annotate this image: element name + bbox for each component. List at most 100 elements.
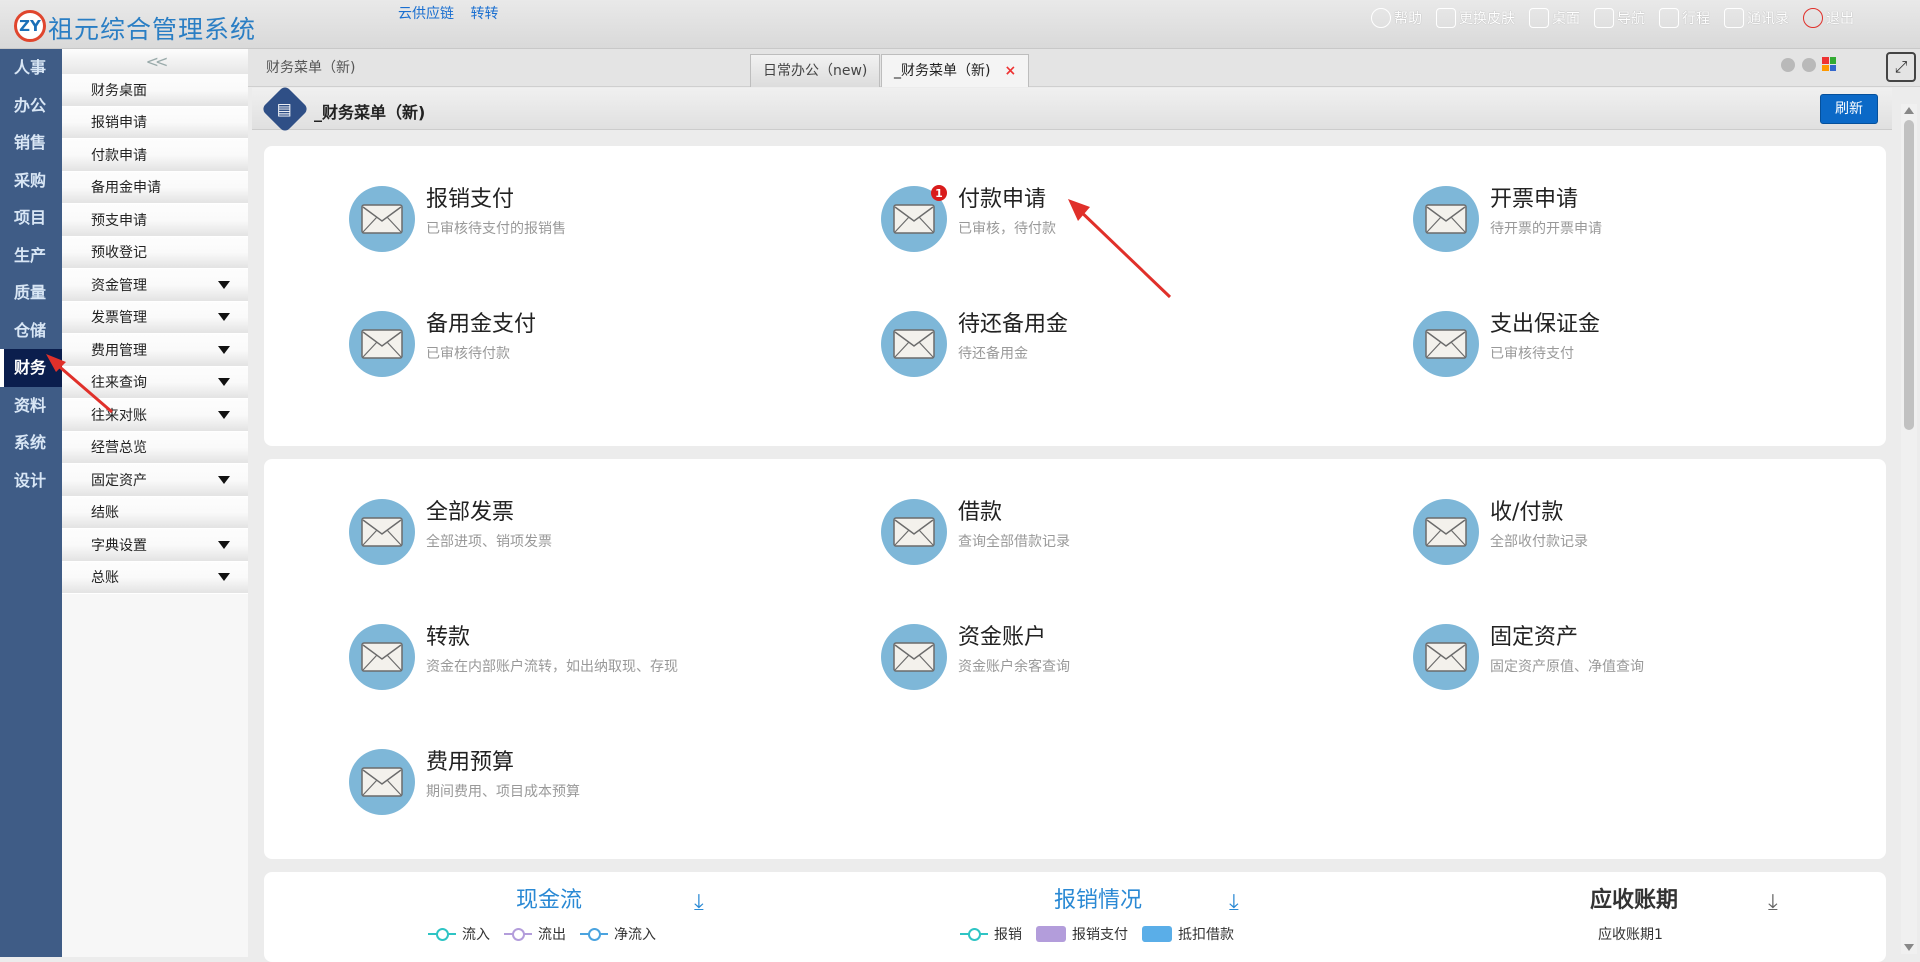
legend-loan-offset[interactable]: 抵扣借款 (1142, 924, 1234, 944)
tab-prev-icon[interactable] (1781, 58, 1795, 72)
submenu-item-label: 财务桌面 (91, 82, 147, 99)
link-cloud-supply[interactable]: 云供应链 (398, 6, 454, 22)
close-tab-icon[interactable]: × (1004, 63, 1016, 79)
card-subtitle: 已审核待付款 (426, 346, 510, 362)
caret-down-icon[interactable] (218, 313, 230, 322)
submenu-item-label: 费用管理 (91, 342, 147, 359)
schedule-button[interactable]: 行程 (1659, 8, 1710, 28)
submenu-item[interactable]: 往来对账 (62, 399, 248, 432)
caret-down-icon[interactable] (218, 345, 230, 354)
desktop-button[interactable]: 桌面 (1529, 8, 1580, 28)
caret-down-icon[interactable] (218, 573, 230, 582)
card-title: 报销支付 (426, 187, 515, 212)
nav-item-system[interactable]: 系统 (0, 424, 62, 462)
submenu-item[interactable]: 备用金申请 (62, 171, 248, 204)
nav-item-purchase[interactable]: 采购 (0, 162, 62, 200)
nav-item-quality[interactable]: 质量 (0, 274, 62, 312)
card-title: 开票申请 (1490, 187, 1579, 212)
nav-item-production[interactable]: 生产 (0, 237, 62, 275)
submenu-item[interactable]: 固定资产 (62, 464, 248, 497)
nav-item-sales[interactable]: 销售 (0, 124, 62, 162)
contacts-button[interactable]: 通讯录 (1724, 8, 1789, 28)
vertical-scrollbar[interactable] (1901, 104, 1917, 954)
submenu-item[interactable]: 付款申请 (62, 139, 248, 172)
nav-item-finance[interactable]: 财务 (0, 349, 62, 387)
refresh-button[interactable]: 刷新 (1820, 94, 1878, 124)
menu-card[interactable]: 资金账户 资金账户余客查询 (881, 624, 1070, 690)
submenu-item[interactable]: 预收登记 (62, 236, 248, 269)
legend-line-icon (504, 928, 532, 941)
nav-item-office[interactable]: 办公 (0, 87, 62, 125)
nav-item-design[interactable]: 设计 (0, 462, 62, 500)
submenu-item[interactable]: 财务桌面 (62, 74, 248, 107)
link-transfer[interactable]: 转转 (470, 6, 498, 22)
legend-expense[interactable]: 报销 (960, 924, 1022, 944)
submenu-item-label: 预支申请 (91, 212, 147, 229)
submenu-item[interactable]: 经营总览 (62, 431, 248, 464)
menu-card[interactable]: 收/付款 全部收付款记录 (1413, 499, 1588, 565)
clipboard-glyph: ▤ (277, 99, 293, 119)
nav-item-hr[interactable]: 人事 (0, 49, 62, 87)
menu-card[interactable]: 借款 查询全部借款记录 (881, 499, 1070, 565)
top-bar: ZY 祖元综合管理系统 云供应链 转转 帮助 更换皮肤 桌面 导航 行程 通讯录… (0, 0, 1920, 49)
menu-card[interactable]: 固定资产 固定资产原值、净值查询 (1413, 624, 1644, 690)
menu-card[interactable]: 支出保证金 已审核待支付 (1413, 311, 1600, 377)
legend-inflow[interactable]: 流入 (428, 924, 490, 944)
receivable-subtitle: 应收账期1 (1598, 927, 1663, 943)
caret-down-icon[interactable] (218, 410, 230, 419)
caret-down-icon[interactable] (218, 540, 230, 549)
caret-down-icon[interactable] (218, 280, 230, 289)
logout-button[interactable]: 退出 (1803, 8, 1854, 28)
submenu-item[interactable]: 报销申请 (62, 106, 248, 139)
menu-card[interactable]: 备用金支付 已审核待付款 (349, 311, 536, 377)
envelope-icon (349, 624, 415, 690)
submenu-item-label: 总账 (91, 570, 119, 587)
tab-menu-icon[interactable] (1822, 57, 1836, 71)
legend-outflow[interactable]: 流出 (504, 924, 566, 944)
card-title: 收/付款 (1490, 500, 1564, 525)
scroll-down-icon[interactable] (1904, 944, 1914, 951)
tab-finance-menu[interactable]: _财务菜单（新) × (881, 54, 1030, 87)
menu-card[interactable]: 费用预算 期间费用、项目成本预算 (349, 749, 580, 815)
download-icon[interactable]: ⤓ (1768, 890, 1778, 915)
submenu-item[interactable]: 字典设置 (62, 529, 248, 562)
submenu-item[interactable]: 往来查询 (62, 366, 248, 399)
nav-item-data[interactable]: 资料 (0, 387, 62, 425)
submenu-item[interactable]: 费用管理 (62, 334, 248, 367)
collapse-icon: << (145, 52, 169, 71)
envelope-icon (1413, 186, 1479, 252)
menu-card[interactable]: 全部发票 全部进项、销项发票 (349, 499, 552, 565)
caret-down-icon[interactable] (218, 378, 230, 387)
tab-next-icon[interactable] (1802, 58, 1816, 72)
scroll-up-icon[interactable] (1904, 107, 1914, 114)
legend-expense-payment[interactable]: 报销支付 (1036, 924, 1128, 944)
submenu-item[interactable]: 发票管理 (62, 301, 248, 334)
scroll-thumb[interactable] (1904, 120, 1914, 430)
legend-net-inflow[interactable]: 净流入 (580, 924, 656, 944)
collapse-submenu-button[interactable]: << (62, 49, 248, 74)
menu-card[interactable]: 1 付款申请 已审核，待付款 (881, 185, 1056, 252)
change-skin-button[interactable]: 更换皮肤 (1436, 8, 1515, 28)
caret-down-icon[interactable] (218, 475, 230, 484)
menu-card[interactable]: 报销支付 已审核待支付的报销售 (349, 186, 566, 252)
card-text: 固定资产 固定资产原值、净值查询 (1490, 622, 1644, 676)
card-title: 借款 (958, 500, 1003, 525)
submenu-item[interactable]: 结账 (62, 496, 248, 529)
submenu-item-label: 结账 (91, 505, 119, 522)
card-text: 待还备用金 待还备用金 (958, 309, 1068, 363)
nav-item-warehouse[interactable]: 仓储 (0, 312, 62, 350)
tab-daily-office[interactable]: 日常办公（new) (750, 54, 881, 87)
nav-item-project[interactable]: 项目 (0, 199, 62, 237)
submenu-item[interactable]: 总账 (62, 561, 248, 594)
help-button[interactable]: 帮助 (1371, 8, 1422, 28)
download-icon[interactable]: ⤓ (1229, 890, 1239, 915)
submenu-item[interactable]: 预支申请 (62, 204, 248, 237)
download-icon[interactable]: ⤓ (694, 890, 704, 915)
menu-card[interactable]: 转款 资金在内部账户流转，如出纳取现、存现 (349, 624, 678, 690)
menu-card[interactable]: 待还备用金 待还备用金 (881, 311, 1068, 377)
card-title: 固定资产 (1490, 625, 1579, 650)
submenu-item[interactable]: 资金管理 (62, 269, 248, 302)
menu-card[interactable]: 开票申请 待开票的开票申请 (1413, 186, 1602, 252)
fullscreen-icon[interactable]: ⤢ (1886, 52, 1916, 82)
navigation-button[interactable]: 导航 (1594, 8, 1645, 28)
